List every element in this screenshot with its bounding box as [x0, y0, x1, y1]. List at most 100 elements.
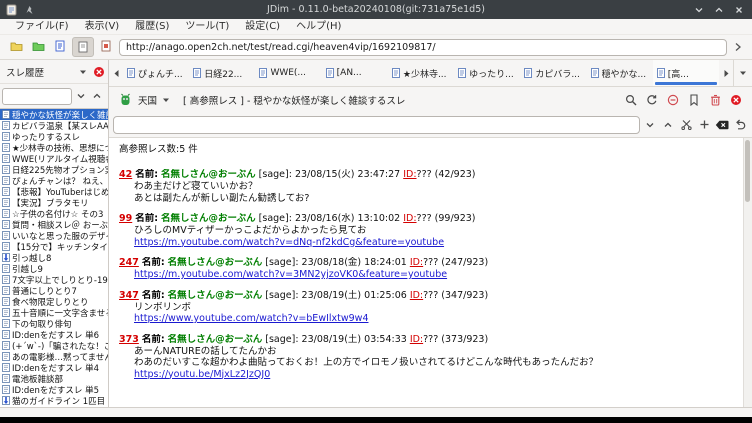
post-id-link[interactable]: ID: — [410, 257, 423, 268]
tab[interactable]: [AN... — [322, 60, 388, 86]
clear-highlight-icon[interactable] — [678, 117, 694, 133]
list-item[interactable]: 質問・相談スレ＠ おーぶん — [0, 219, 108, 230]
close-thread-icon[interactable] — [728, 92, 744, 108]
list-item[interactable]: ゆったりするスレ — [0, 131, 108, 142]
image-view-button[interactable] — [96, 37, 116, 55]
list-item[interactable]: 食べ物限定しりとり — [0, 296, 108, 307]
url-go-icon[interactable] — [730, 38, 746, 56]
post-number[interactable]: 99 — [119, 213, 132, 224]
post-author[interactable]: 名無しさん@おーぶん — [168, 257, 263, 268]
post-link[interactable]: https://www.youtube.com/watch?v=bEwIlxtw… — [134, 313, 739, 325]
list-item[interactable]: あの電影様…黙ってません — [0, 351, 108, 362]
post-id-link[interactable]: ID: — [410, 334, 423, 345]
list-item[interactable]: ID:denをだすスレ 単6 — [0, 329, 108, 340]
stop-icon[interactable] — [665, 92, 681, 108]
favorites-button[interactable] — [28, 37, 48, 55]
menu-view[interactable]: 表示(V) — [78, 19, 127, 34]
menu-history[interactable]: 履歴(S) — [128, 19, 176, 34]
list-item[interactable]: (+´w`-)「騙されたな！ここ — [0, 340, 108, 351]
post-number[interactable]: 373 — [119, 334, 139, 345]
post-link[interactable]: https://youtu.be/MjxLz2JzQJ0 — [134, 369, 739, 381]
list-item[interactable]: いいなと思った服のデザイン — [0, 230, 108, 241]
list-item[interactable]: WWE(リアルタイム視聴者ス — [0, 153, 108, 164]
list-item[interactable]: 電池板雑談部 — [0, 373, 108, 384]
tab-scroll-right-icon[interactable] — [719, 60, 733, 86]
post-link[interactable]: https://m.youtube.com/watch?v=3MN2yjzoVK… — [134, 269, 739, 281]
tab[interactable]: WWE(... — [255, 60, 321, 86]
find-input[interactable] — [113, 116, 640, 134]
sidebar-search-input[interactable] — [2, 88, 72, 105]
scrollbar-thumb[interactable] — [745, 140, 750, 202]
tab-scroll-left-icon[interactable] — [109, 60, 123, 86]
delete-icon[interactable] — [707, 92, 723, 108]
tab-list-icon[interactable] — [733, 60, 752, 86]
list-item[interactable]: 【実況】ブラタモリ — [0, 197, 108, 208]
find-next-icon[interactable] — [642, 117, 658, 133]
tab[interactable]: カピバラ... — [520, 60, 586, 86]
list-item[interactable]: 下の句取り俳句 — [0, 318, 108, 329]
post-author[interactable]: 名無しさん@おーぶん — [168, 334, 263, 345]
list-item[interactable]: 五十音順に一文字含ませる — [0, 307, 108, 318]
list-item[interactable]: ID:denをだすスレ 単5 — [0, 384, 108, 395]
post-id-value: ??? — [417, 213, 432, 224]
post-author[interactable]: 名無しさん@おーぶん — [168, 290, 263, 301]
menu-settings[interactable]: 設定(C) — [238, 19, 287, 34]
find-prev-icon[interactable] — [660, 117, 676, 133]
list-item[interactable]: 日経225先物オプション実況 — [0, 164, 108, 175]
list-item[interactable]: ★少林寺の技術、思想につ — [0, 142, 108, 153]
post-id-link[interactable]: ID: — [403, 169, 416, 180]
content-scrollbar[interactable] — [743, 138, 752, 407]
search-icon[interactable] — [623, 92, 639, 108]
article-view-button[interactable] — [72, 37, 94, 57]
menu-tools[interactable]: ツール(T) — [178, 19, 236, 34]
post-author[interactable]: 名無しさん@おーぶん — [161, 213, 256, 224]
board-dropdown-icon[interactable] — [162, 97, 170, 103]
post-id-link[interactable]: ID: — [410, 290, 423, 301]
backspace-icon[interactable] — [714, 117, 730, 133]
sidebar-close-icon[interactable] — [92, 65, 106, 79]
tab[interactable]: ★少林寺... — [388, 60, 454, 86]
menu-file[interactable]: ファイル(F) — [8, 19, 76, 34]
board-list-button[interactable] — [6, 37, 26, 55]
find-prev-icon[interactable] — [89, 89, 104, 104]
post-author[interactable]: 名無しさん@おーぶん — [161, 169, 256, 180]
minimize-icon[interactable] — [692, 3, 706, 17]
tab-doc-icon — [657, 68, 665, 78]
menu-help[interactable]: ヘルプ(H) — [289, 19, 348, 34]
tab-active[interactable]: [高... — [653, 60, 719, 86]
tab[interactable]: 穏やかな... — [587, 60, 653, 86]
list-item[interactable]: 【15分で】キッチンタイマー — [0, 241, 108, 252]
thread-list-button[interactable] — [50, 37, 70, 55]
list-item[interactable]: 普通にしりとり7 — [0, 285, 108, 296]
bookmark-icon[interactable] — [686, 92, 702, 108]
list-item[interactable]: 猫のガイドライン 1匹目 — [0, 395, 108, 406]
close-icon[interactable] — [732, 3, 746, 17]
list-item[interactable]: 【悲報】YouTuberはじめしゃ — [0, 186, 108, 197]
tab[interactable]: ぴょんチ... — [123, 60, 189, 86]
list-item[interactable]: 7文字以上でしりとり-19 — [0, 274, 108, 285]
list-item[interactable]: 引っ越し8 — [0, 252, 108, 263]
post-link[interactable]: https://m.youtube.com/watch?v=dNq-nf2kdC… — [134, 237, 739, 249]
list-item[interactable]: ID:denをだすスレ 単4 — [0, 362, 108, 373]
reload-icon[interactable] — [644, 92, 660, 108]
list-item[interactable]: カピバラ温泉【某スレAA用】 — [0, 120, 108, 131]
list-item[interactable]: ☆子供の名付け☆ その3 — [0, 208, 108, 219]
tab[interactable]: 日経22... — [189, 60, 255, 86]
post-id-link[interactable]: ID: — [403, 213, 416, 224]
post-number[interactable]: 247 — [119, 257, 139, 268]
list-item[interactable]: 引越し9 — [0, 263, 108, 274]
board-name[interactable]: 天国 — [138, 93, 157, 107]
list-item[interactable]: 穏やかな妖怪が楽しく雑談 — [0, 109, 108, 120]
post-number[interactable]: 42 — [119, 169, 132, 180]
url-input[interactable] — [119, 39, 727, 56]
post-number[interactable]: 347 — [119, 290, 139, 301]
add-icon[interactable] — [696, 117, 712, 133]
maximize-icon[interactable] — [712, 3, 726, 17]
tab[interactable]: ゆったり... — [454, 60, 520, 86]
post: 373名前:名無しさん@おーぶん[sage]:23/08/19(土) 03:54… — [119, 334, 739, 381]
list-item[interactable]: ぴょんチャンは？ ねえ、ぴ — [0, 175, 108, 186]
post-body: リンボリンボhttps://www.youtube.com/watch?v=bE… — [119, 302, 739, 325]
undo-icon[interactable] — [732, 117, 748, 133]
sidebar-dropdown-icon[interactable] — [76, 65, 90, 79]
find-next-icon[interactable] — [73, 89, 88, 104]
